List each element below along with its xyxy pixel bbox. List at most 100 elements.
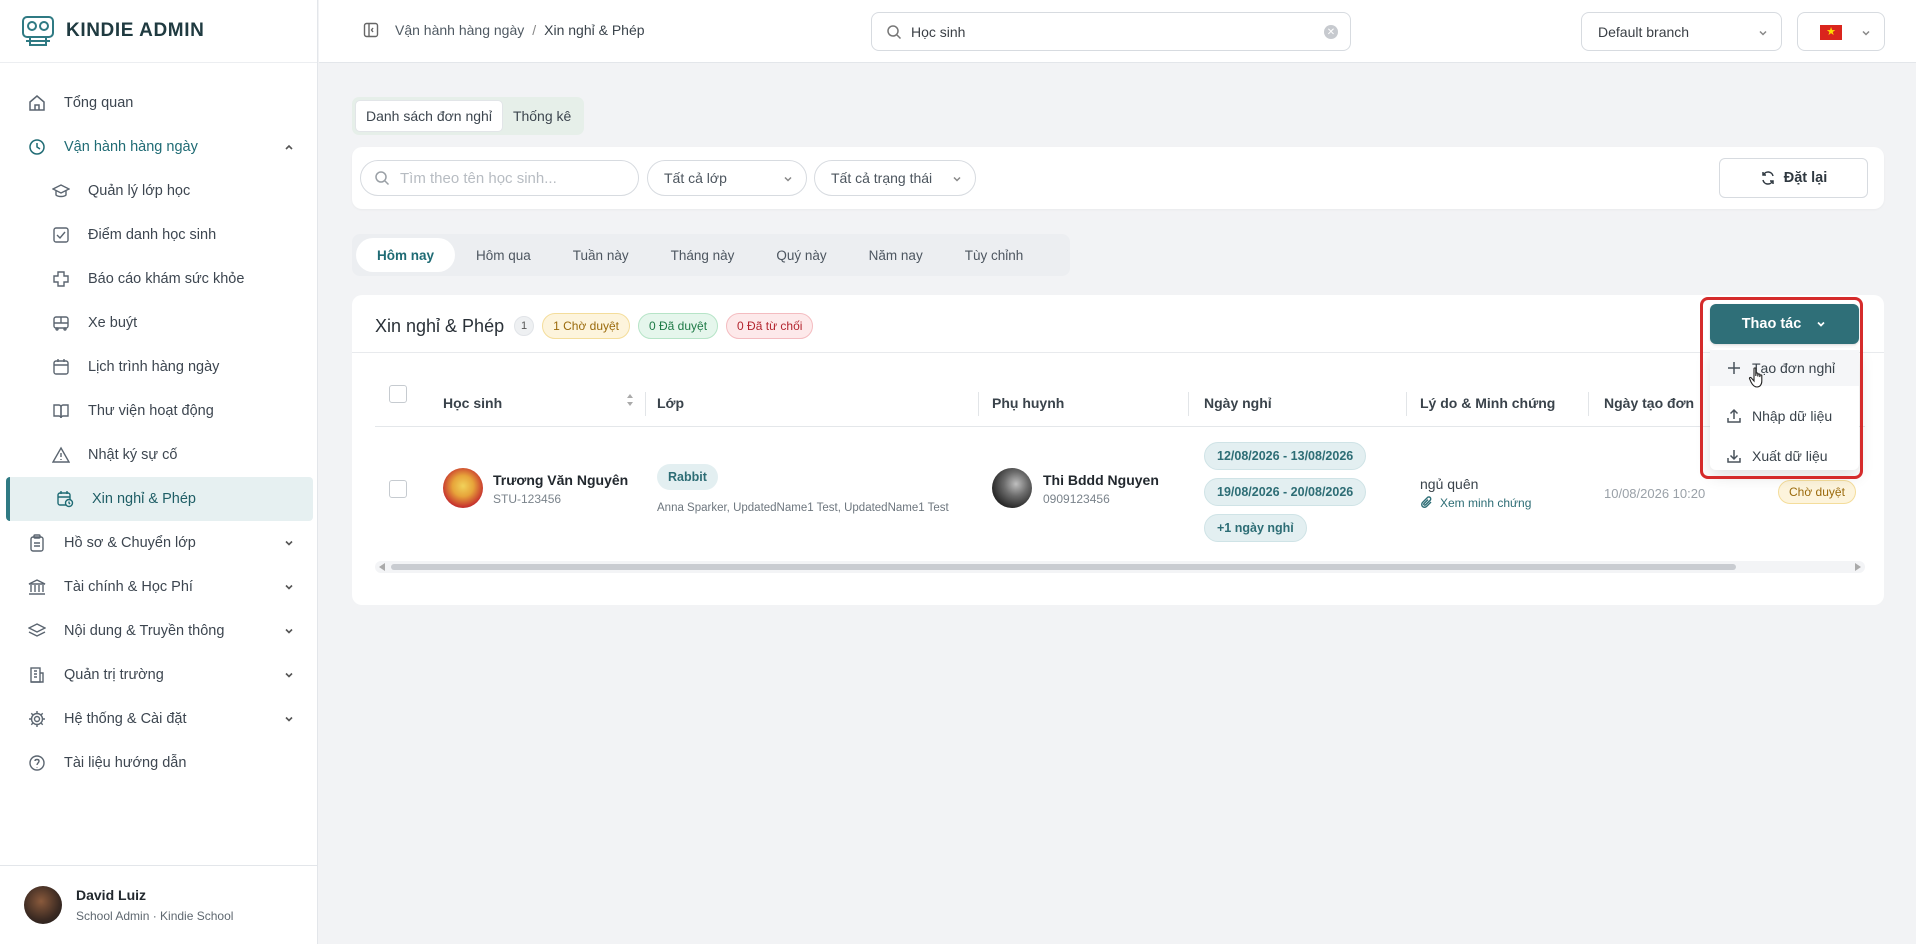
parent-phone: 0909123456 xyxy=(1043,492,1110,506)
sidebar-item-label: Xe buýt xyxy=(88,315,138,331)
sidebar-item-label: Thư viện hoạt động xyxy=(88,403,214,419)
sidebar-item-bus[interactable]: Xe buýt xyxy=(0,301,317,345)
range-yesterday[interactable]: Hôm qua xyxy=(455,238,552,272)
user-name: David Luiz xyxy=(76,887,147,903)
chevron-down-icon xyxy=(953,176,961,182)
bus-icon xyxy=(52,314,70,332)
branch-value: Default branch xyxy=(1598,23,1690,40)
sidebar-item-daily-operations[interactable]: Vận hành hàng ngày xyxy=(0,125,317,169)
sort-icon[interactable] xyxy=(625,392,635,408)
column-separator xyxy=(1588,392,1589,416)
sidebar-item-label: Hệ thống & Cài đặt xyxy=(64,711,187,727)
sidebar-item-label: Nội dung & Truyền thông xyxy=(64,623,225,639)
range-this-month[interactable]: Tháng này xyxy=(650,238,756,272)
hand-cursor-icon xyxy=(1748,367,1763,388)
table-row[interactable]: Trương Văn Nguyên STU-123456 Rabbit Anna… xyxy=(375,428,1865,558)
rejected-badge[interactable]: 0 Đã từ chối xyxy=(726,313,814,339)
actions-button[interactable]: Thao tác xyxy=(1710,304,1859,344)
menu-item-import-data[interactable]: Nhập dữ liệu xyxy=(1710,398,1859,434)
sidebar-toggle-icon[interactable] xyxy=(363,22,379,38)
range-custom[interactable]: Tùy chỉnh xyxy=(944,238,1045,272)
menu-item-export-data[interactable]: Xuất dữ liệu xyxy=(1710,438,1859,474)
col-student[interactable]: Học sinh xyxy=(443,395,502,411)
sidebar-item-activity-library[interactable]: Thư viện hoạt động xyxy=(0,389,317,433)
chevron-down-icon xyxy=(784,176,792,182)
class-teachers: Anna Sparker, UpdatedName1 Test, Updated… xyxy=(657,502,949,514)
brand-name: KINDIE ADMIN xyxy=(66,20,205,41)
tab-leave-list[interactable]: Danh sách đơn nghỉ xyxy=(355,100,503,132)
scroll-right-arrow-icon[interactable] xyxy=(1855,563,1861,571)
approved-badge[interactable]: 0 Đã duyệt xyxy=(638,313,719,339)
count-badge: 1 xyxy=(514,316,535,336)
user-profile[interactable]: David Luiz School Admin · Kindie School xyxy=(0,865,318,944)
class-filter-select[interactable]: Tất cả lớp xyxy=(647,160,807,196)
reset-button[interactable]: Đặt lại xyxy=(1719,158,1868,198)
col-created: Ngày tạo đơn xyxy=(1604,395,1695,411)
leave-date-range: 12/08/2026 - 13/08/2026 xyxy=(1204,442,1367,470)
bank-icon xyxy=(28,578,46,596)
sidebar-item-help-docs[interactable]: Tài liệu hướng dẫn xyxy=(0,741,317,785)
status-filter-value: Tất cả trạng thái xyxy=(831,170,933,186)
menu-item-label: Xuất dữ liệu xyxy=(1752,448,1828,464)
more-leave-days[interactable]: +1 ngày nghỉ xyxy=(1204,514,1307,542)
sidebar-item-label: Lịch trình hàng ngày xyxy=(88,359,220,375)
branch-select[interactable]: Default branch xyxy=(1581,12,1782,51)
sidebar-item-label: Điểm danh học sinh xyxy=(88,227,217,243)
topbar: Vận hành hàng ngày / Xin nghỉ & Phép Học… xyxy=(319,0,1916,63)
tab-statistics[interactable]: Thống kê xyxy=(503,100,581,132)
divider xyxy=(352,352,1884,353)
range-this-year[interactable]: Năm nay xyxy=(848,238,944,272)
sidebar-item-content-media[interactable]: Nội dung & Truyền thông xyxy=(0,609,317,653)
sidebar-item-daily-schedule[interactable]: Lịch trình hàng ngày xyxy=(0,345,317,389)
sidebar-item-label: Xin nghỉ & Phép xyxy=(92,491,196,507)
clear-icon[interactable]: ✕ xyxy=(1324,25,1338,39)
horizontal-scrollbar[interactable] xyxy=(375,561,1865,573)
global-search-input[interactable]: Học sinh ✕ xyxy=(871,12,1351,51)
range-this-week[interactable]: Tuần này xyxy=(552,238,650,272)
menu-item-create-leave[interactable]: Tạo đơn nghỉ xyxy=(1710,350,1859,386)
sidebar-item-label: Tổng quan xyxy=(64,95,134,111)
col-reason: Lý do & Minh chứng xyxy=(1420,395,1556,411)
row-checkbox[interactable] xyxy=(389,480,407,498)
sidebar-item-attendance[interactable]: Điểm danh học sinh xyxy=(0,213,317,257)
range-today[interactable]: Hôm nay xyxy=(356,238,456,272)
actions-label: Thao tác xyxy=(1741,316,1802,332)
student-search-input[interactable]: Tìm theo tên học sinh... xyxy=(360,160,639,196)
sidebar-item-records-transfer[interactable]: Hồ sơ & Chuyển lớp xyxy=(0,521,317,565)
pending-badge[interactable]: 1 Chờ duyệt xyxy=(542,313,630,339)
leave-list-card: Xin nghỉ & Phép 1 1 Chờ duyệt 0 Đã duyệt… xyxy=(352,295,1884,605)
leave-date-range: 19/08/2026 - 20/08/2026 xyxy=(1204,478,1367,506)
search-icon xyxy=(887,24,902,39)
sidebar-item-class-management[interactable]: Quản lý lớp học xyxy=(0,169,317,213)
status-filter-select[interactable]: Tất cả trạng thái xyxy=(814,160,976,196)
chevron-down-icon xyxy=(285,584,293,590)
chevron-down-icon xyxy=(285,716,293,722)
help-circle-icon xyxy=(28,754,46,772)
parent-name: Thi Bddd Nguyen xyxy=(1043,472,1159,488)
col-class: Lớp xyxy=(657,395,685,411)
col-leave-dates: Ngày nghỉ xyxy=(1204,395,1272,411)
chevron-down-icon xyxy=(285,540,293,546)
language-select[interactable]: ★ xyxy=(1797,12,1885,51)
select-all-checkbox[interactable] xyxy=(389,385,407,403)
chevron-down-icon xyxy=(1862,30,1870,36)
status-badge: Chờ duyệt xyxy=(1778,480,1856,504)
range-this-quarter[interactable]: Quý này xyxy=(755,238,847,272)
sidebar-item-incident-log[interactable]: Nhật ký sự cố xyxy=(0,433,317,477)
sidebar-item-leave-requests[interactable]: Xin nghỉ & Phép xyxy=(6,477,313,521)
student-name[interactable]: Trương Văn Nguyên xyxy=(493,472,628,488)
graduation-cap-icon xyxy=(52,182,70,200)
scroll-left-arrow-icon[interactable] xyxy=(379,563,385,571)
user-role: School Admin · Kindie School xyxy=(76,909,234,923)
chevron-down-icon xyxy=(285,672,293,678)
sidebar-item-system-settings[interactable]: Hệ thống & Cài đặt xyxy=(0,697,317,741)
sidebar-item-health-report[interactable]: Báo cáo khám sức khỏe xyxy=(0,257,317,301)
brand[interactable]: KINDIE ADMIN xyxy=(0,0,317,63)
breadcrumb-parent[interactable]: Vận hành hàng ngày xyxy=(395,22,524,38)
sidebar-item-overview[interactable]: Tổng quan xyxy=(0,81,317,125)
view-evidence-link[interactable]: Xem minh chứng xyxy=(1420,496,1531,510)
sidebar-item-finance[interactable]: Tài chính & Học Phí xyxy=(0,565,317,609)
scrollbar-thumb[interactable] xyxy=(391,564,1736,570)
check-square-icon xyxy=(52,226,70,244)
sidebar-item-school-admin[interactable]: Quản trị trường xyxy=(0,653,317,697)
